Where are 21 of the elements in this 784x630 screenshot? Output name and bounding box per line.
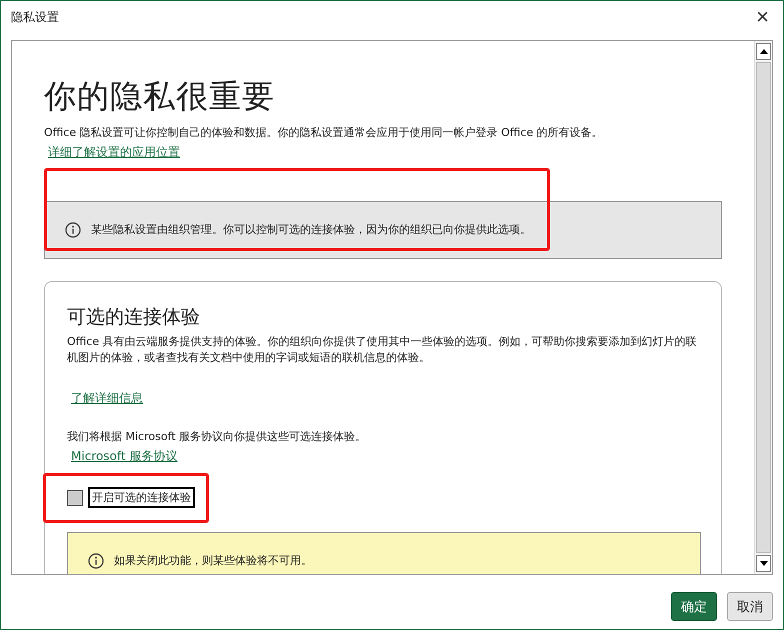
notice-text: 某些隐私设置由组织管理。你可以控制可选的连接体验，因为你的组织已向你提供此选项。 bbox=[91, 222, 531, 238]
ok-button[interactable]: 确定 bbox=[671, 592, 717, 621]
close-button[interactable]: × bbox=[752, 6, 773, 28]
checkbox[interactable] bbox=[67, 490, 83, 506]
intro-text: Office 隐私设置可让你控制自己的体验和数据。你的隐私设置通常会应用于使用同一帐户登录 Office 的所有设备。 bbox=[44, 125, 604, 141]
scrollbar[interactable] bbox=[754, 41, 772, 574]
service-agreement-link[interactable]: Microsoft 服务协议 bbox=[71, 448, 178, 465]
details-link[interactable]: 了解详细信息 bbox=[71, 390, 143, 407]
learn-more-link[interactable]: 详细了解设置的应用位置 bbox=[48, 144, 180, 161]
info-icon bbox=[88, 553, 104, 569]
agreement-text: 我们将根据 Microsoft 服务协议向你提供这些可选连接体验。 bbox=[67, 429, 368, 445]
section-description: Office 具有由云端服务提供支持的体验。你的组织向你提供了使用其中一些体验的选项。例如，可帮助你搜索要添加到幻灯片的联机图片的体验，或者查找有关文档中使用的字词或短语的联机信息的体验。 bbox=[67, 334, 698, 366]
window-title: 隐私设置 bbox=[11, 8, 59, 26]
scroll-up-icon[interactable] bbox=[760, 49, 768, 54]
info-icon bbox=[65, 222, 81, 238]
warning-text: 如果关闭此功能，则某些体验将不可用。 bbox=[114, 553, 312, 569]
section-title: 可选的连接体验 bbox=[67, 305, 201, 330]
checkbox-label[interactable]: 开启可选的连接体验 bbox=[88, 487, 195, 508]
cancel-button[interactable]: 取消 bbox=[727, 592, 773, 621]
page-heading: 你的隐私很重要 bbox=[44, 76, 276, 117]
scroll-down-icon[interactable] bbox=[760, 561, 768, 566]
